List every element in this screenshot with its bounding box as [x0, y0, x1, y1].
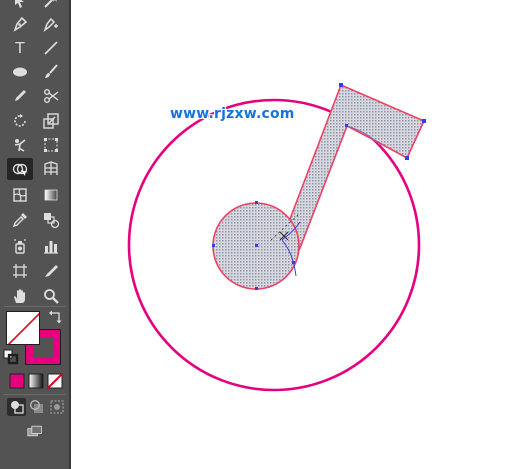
note-stem-flag[interactable] [281, 83, 426, 264]
anchor-point[interactable] [255, 287, 258, 290]
anchor-point[interactable] [345, 124, 348, 127]
anchor-point[interactable] [292, 261, 295, 264]
anchor-point[interactable] [405, 156, 409, 160]
anchor-point[interactable] [212, 244, 215, 247]
anchor-point[interactable] [255, 201, 258, 204]
fill-none-swatch[interactable] [6, 311, 40, 345]
anchor-point[interactable] [422, 119, 426, 123]
none-slash-icon [7, 312, 39, 344]
watermark-text: www.rjzxw.com [170, 106, 295, 122]
canvas-artwork[interactable] [0, 0, 522, 469]
center-point [255, 244, 258, 247]
anchor-point[interactable] [339, 83, 343, 87]
